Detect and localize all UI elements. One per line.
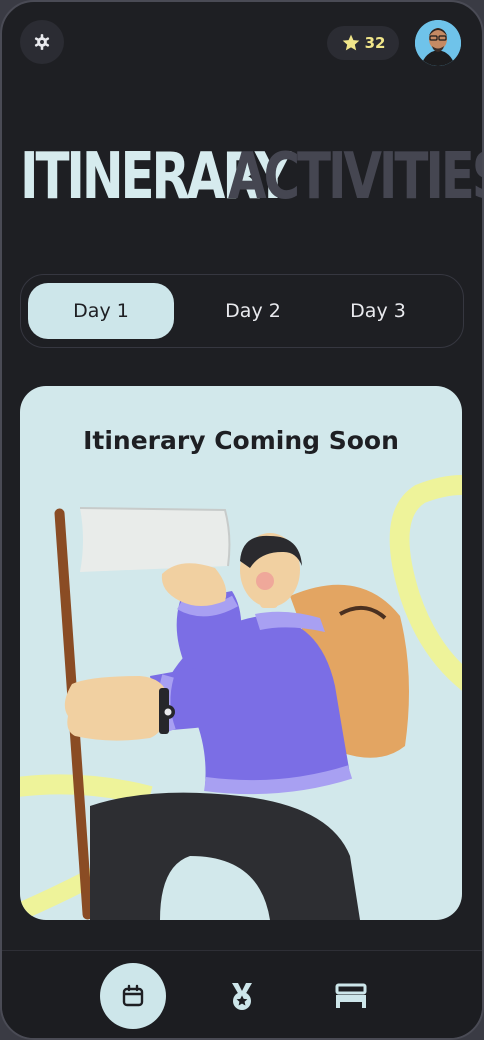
itinerary-card: Itinerary Coming Soon [20,386,462,920]
settings-button[interactable] [20,20,64,64]
star-icon [342,34,359,51]
nav-achievements[interactable] [209,963,275,1029]
bed-icon [335,983,367,1008]
user-photo [415,20,461,66]
points-value: 32 [364,34,386,52]
top-bar: 32 [2,2,482,92]
bottom-nav [2,950,482,1038]
phone-frame: 32 ITINERARY ACTIVITIES Day 1 Day 2 Day … [0,0,484,1040]
nav-itinerary[interactable] [100,963,166,1029]
medal-icon [232,983,252,1010]
day-tabs: Day 1 Day 2 Day 3 [20,274,464,348]
points-badge[interactable]: 32 [327,26,399,60]
section-heading: ITINERARY ACTIVITIES [20,142,482,212]
avatar[interactable] [415,20,461,66]
tab-day-3[interactable]: Day 3 [311,283,445,339]
tab-day-2[interactable]: Day 2 [183,283,323,339]
calendar-icon [122,984,144,1007]
card-title: Itinerary Coming Soon [83,426,399,455]
tab-day-1[interactable]: Day 1 [28,283,174,339]
nav-accommodation[interactable] [318,963,384,1029]
hiker-illustration [20,475,462,920]
gear-icon [34,34,50,50]
heading-activities[interactable]: ACTIVITIES [228,142,482,212]
